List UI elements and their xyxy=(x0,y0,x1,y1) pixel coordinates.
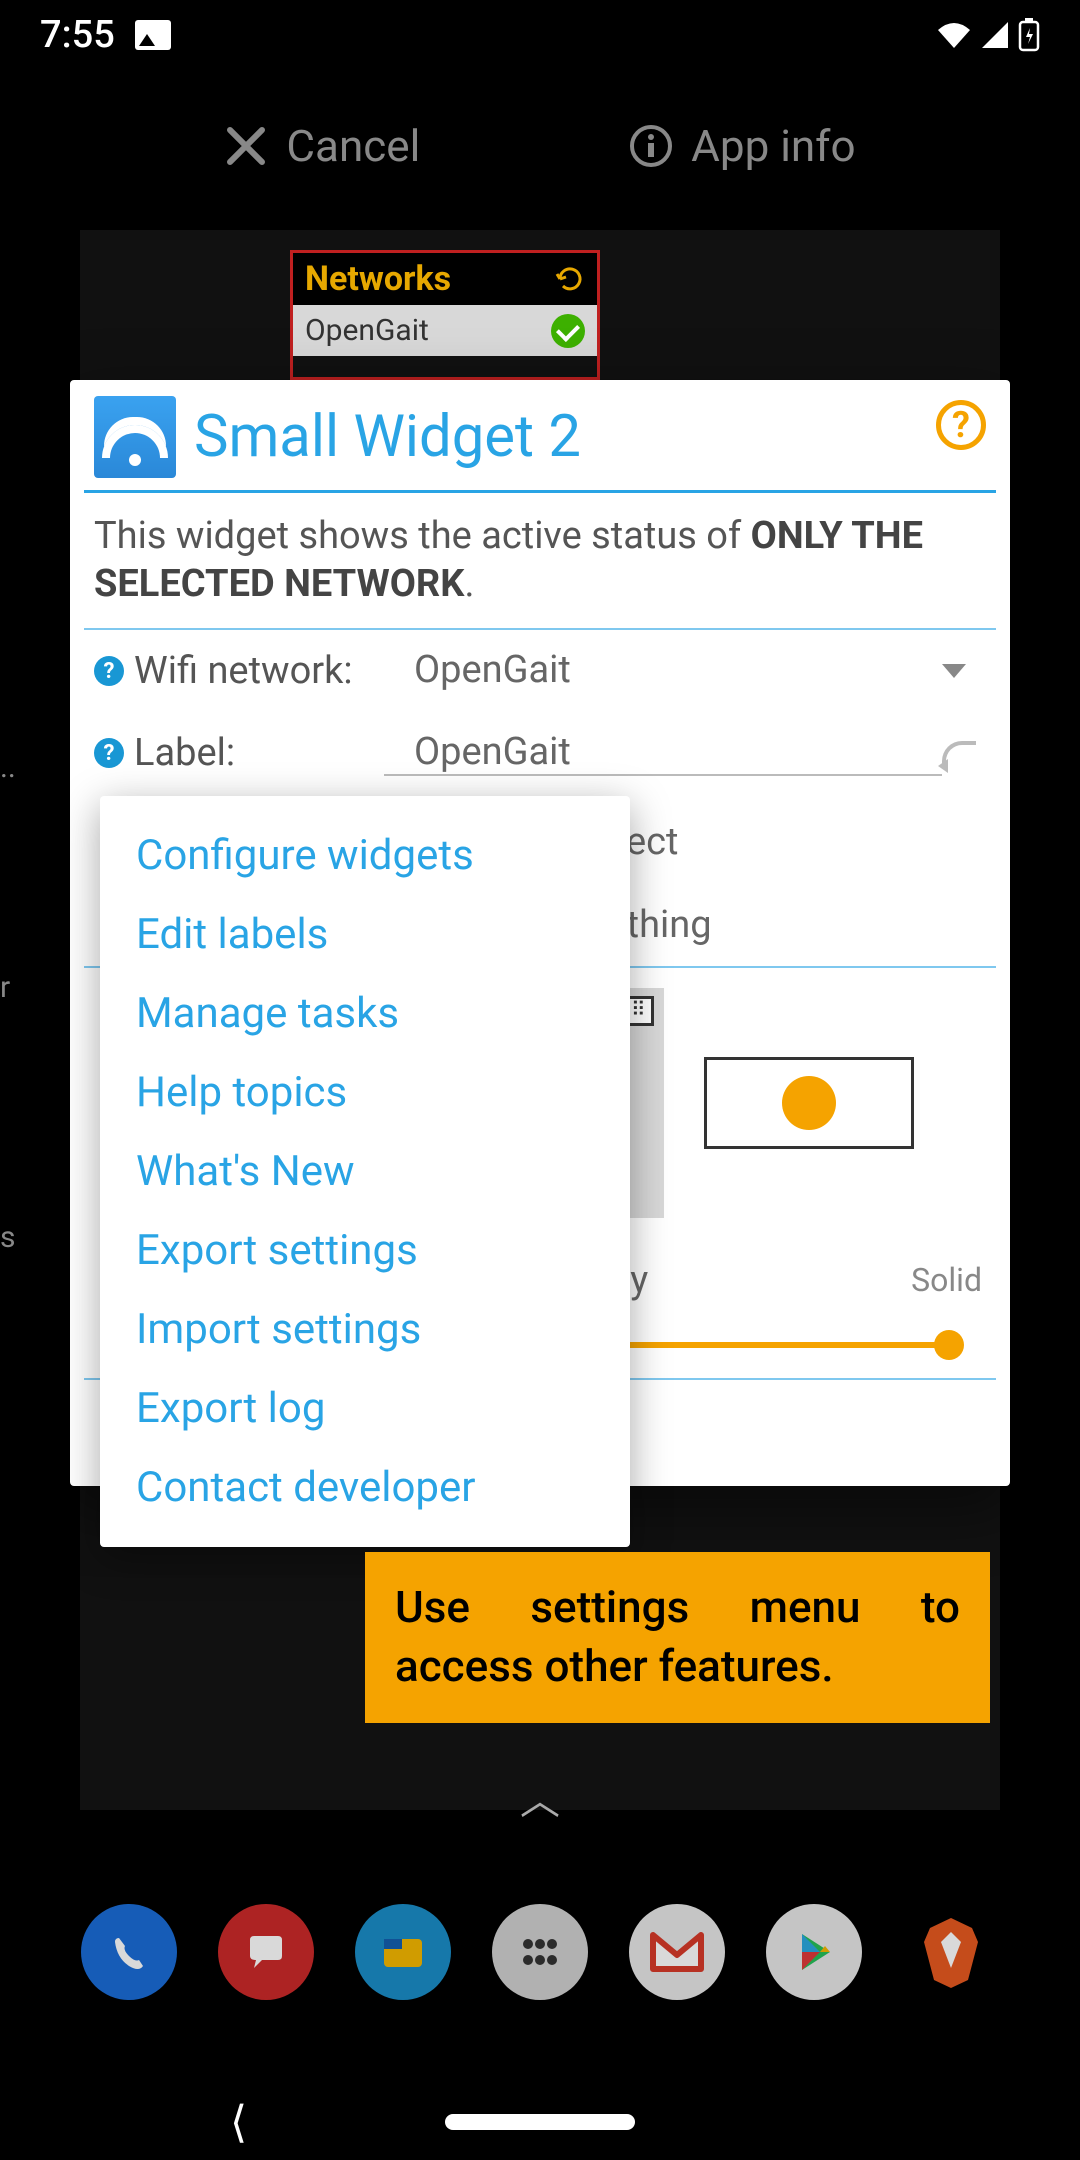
wifi-network-label: Wifi network: xyxy=(134,649,384,693)
app-drawer-icon[interactable] xyxy=(492,1904,588,2000)
dock xyxy=(0,1904,1080,2000)
slider-thumb[interactable] xyxy=(934,1330,964,1360)
partial-nothing-text: nothing xyxy=(584,895,986,956)
chevron-down-icon xyxy=(942,664,966,678)
widget-preview[interactable]: Networks OpenGait xyxy=(290,250,600,380)
wifi-app-icon xyxy=(94,396,176,478)
wifi-network-row: ? Wifi network: OpenGait xyxy=(70,630,1010,712)
undo-icon[interactable] xyxy=(942,741,976,765)
label-input[interactable]: OpenGait xyxy=(384,730,942,776)
app-info-button[interactable]: App info xyxy=(629,120,855,172)
check-icon xyxy=(551,314,585,348)
menu-item-configure-widgets[interactable]: Configure widgets xyxy=(100,816,630,895)
truncated-text: r xyxy=(0,970,10,1005)
help-button[interactable]: ? xyxy=(936,400,986,450)
app-info-label: App info xyxy=(691,120,855,172)
hint-toast: Use settings menu to access other featur… xyxy=(365,1552,990,1723)
opacity-value: Solid xyxy=(911,1261,982,1299)
label-field-label: Label: xyxy=(134,731,384,775)
partial-connect-text: nnect xyxy=(584,812,986,873)
close-icon xyxy=(224,124,268,168)
widget-preview-title: Networks xyxy=(305,259,451,299)
back-button[interactable]: ⟨ xyxy=(230,2096,247,2148)
menu-item-export-log[interactable]: Export log xyxy=(100,1369,630,1448)
gmail-app-icon[interactable] xyxy=(629,1904,725,2000)
status-bar: 7:55 xyxy=(0,0,1080,70)
truncated-text: .. xyxy=(0,750,16,785)
picture-icon xyxy=(135,20,171,50)
hint-icon[interactable]: ? xyxy=(94,656,124,686)
cancel-button[interactable]: Cancel xyxy=(224,120,420,172)
menu-item-edit-labels[interactable]: Edit labels xyxy=(100,895,630,974)
dialog-description: This widget shows the active status of O… xyxy=(70,493,1010,628)
brave-app-icon[interactable] xyxy=(903,1904,999,2000)
status-time: 7:55 xyxy=(40,13,115,57)
menu-item-help-topics[interactable]: Help topics xyxy=(100,1053,630,1132)
widget-edit-toolbar: Cancel App info xyxy=(0,120,1080,172)
home-pill[interactable] xyxy=(445,2114,635,2130)
browser-app-icon[interactable] xyxy=(355,1904,451,2000)
hint-icon[interactable]: ? xyxy=(94,738,124,768)
menu-item-export-settings[interactable]: Export settings xyxy=(100,1211,630,1290)
cancel-label: Cancel xyxy=(286,120,420,172)
label-row: ? Label: OpenGait xyxy=(70,712,1010,782)
dialog-title: Small Widget 2 xyxy=(194,403,581,471)
phone-app-icon[interactable] xyxy=(81,1904,177,2000)
menu-item-manage-tasks[interactable]: Manage tasks xyxy=(100,974,630,1053)
widget-preview-network: OpenGait xyxy=(305,313,429,348)
messages-app-icon[interactable] xyxy=(218,1904,314,2000)
color-swatch-dot xyxy=(782,1076,836,1130)
refresh-icon xyxy=(555,264,585,294)
battery-icon xyxy=(1018,18,1040,52)
color-picker[interactable] xyxy=(704,1057,914,1149)
menu-item-import-settings[interactable]: Import settings xyxy=(100,1290,630,1369)
info-icon xyxy=(629,124,673,168)
play-store-icon[interactable] xyxy=(766,1904,862,2000)
wifi-network-dropdown[interactable]: OpenGait xyxy=(384,648,922,694)
menu-item-whats-new[interactable]: What's New xyxy=(100,1132,630,1211)
signal-icon xyxy=(980,20,1010,50)
wifi-icon xyxy=(936,20,972,50)
menu-item-contact-developer[interactable]: Contact developer xyxy=(100,1448,630,1527)
nav-bar: ⟨ xyxy=(0,2114,1080,2130)
chevron-up-icon[interactable]: ︿ xyxy=(520,1768,560,1826)
truncated-text: s xyxy=(0,1220,15,1255)
settings-menu: Configure widgets Edit labels Manage tas… xyxy=(100,796,630,1547)
